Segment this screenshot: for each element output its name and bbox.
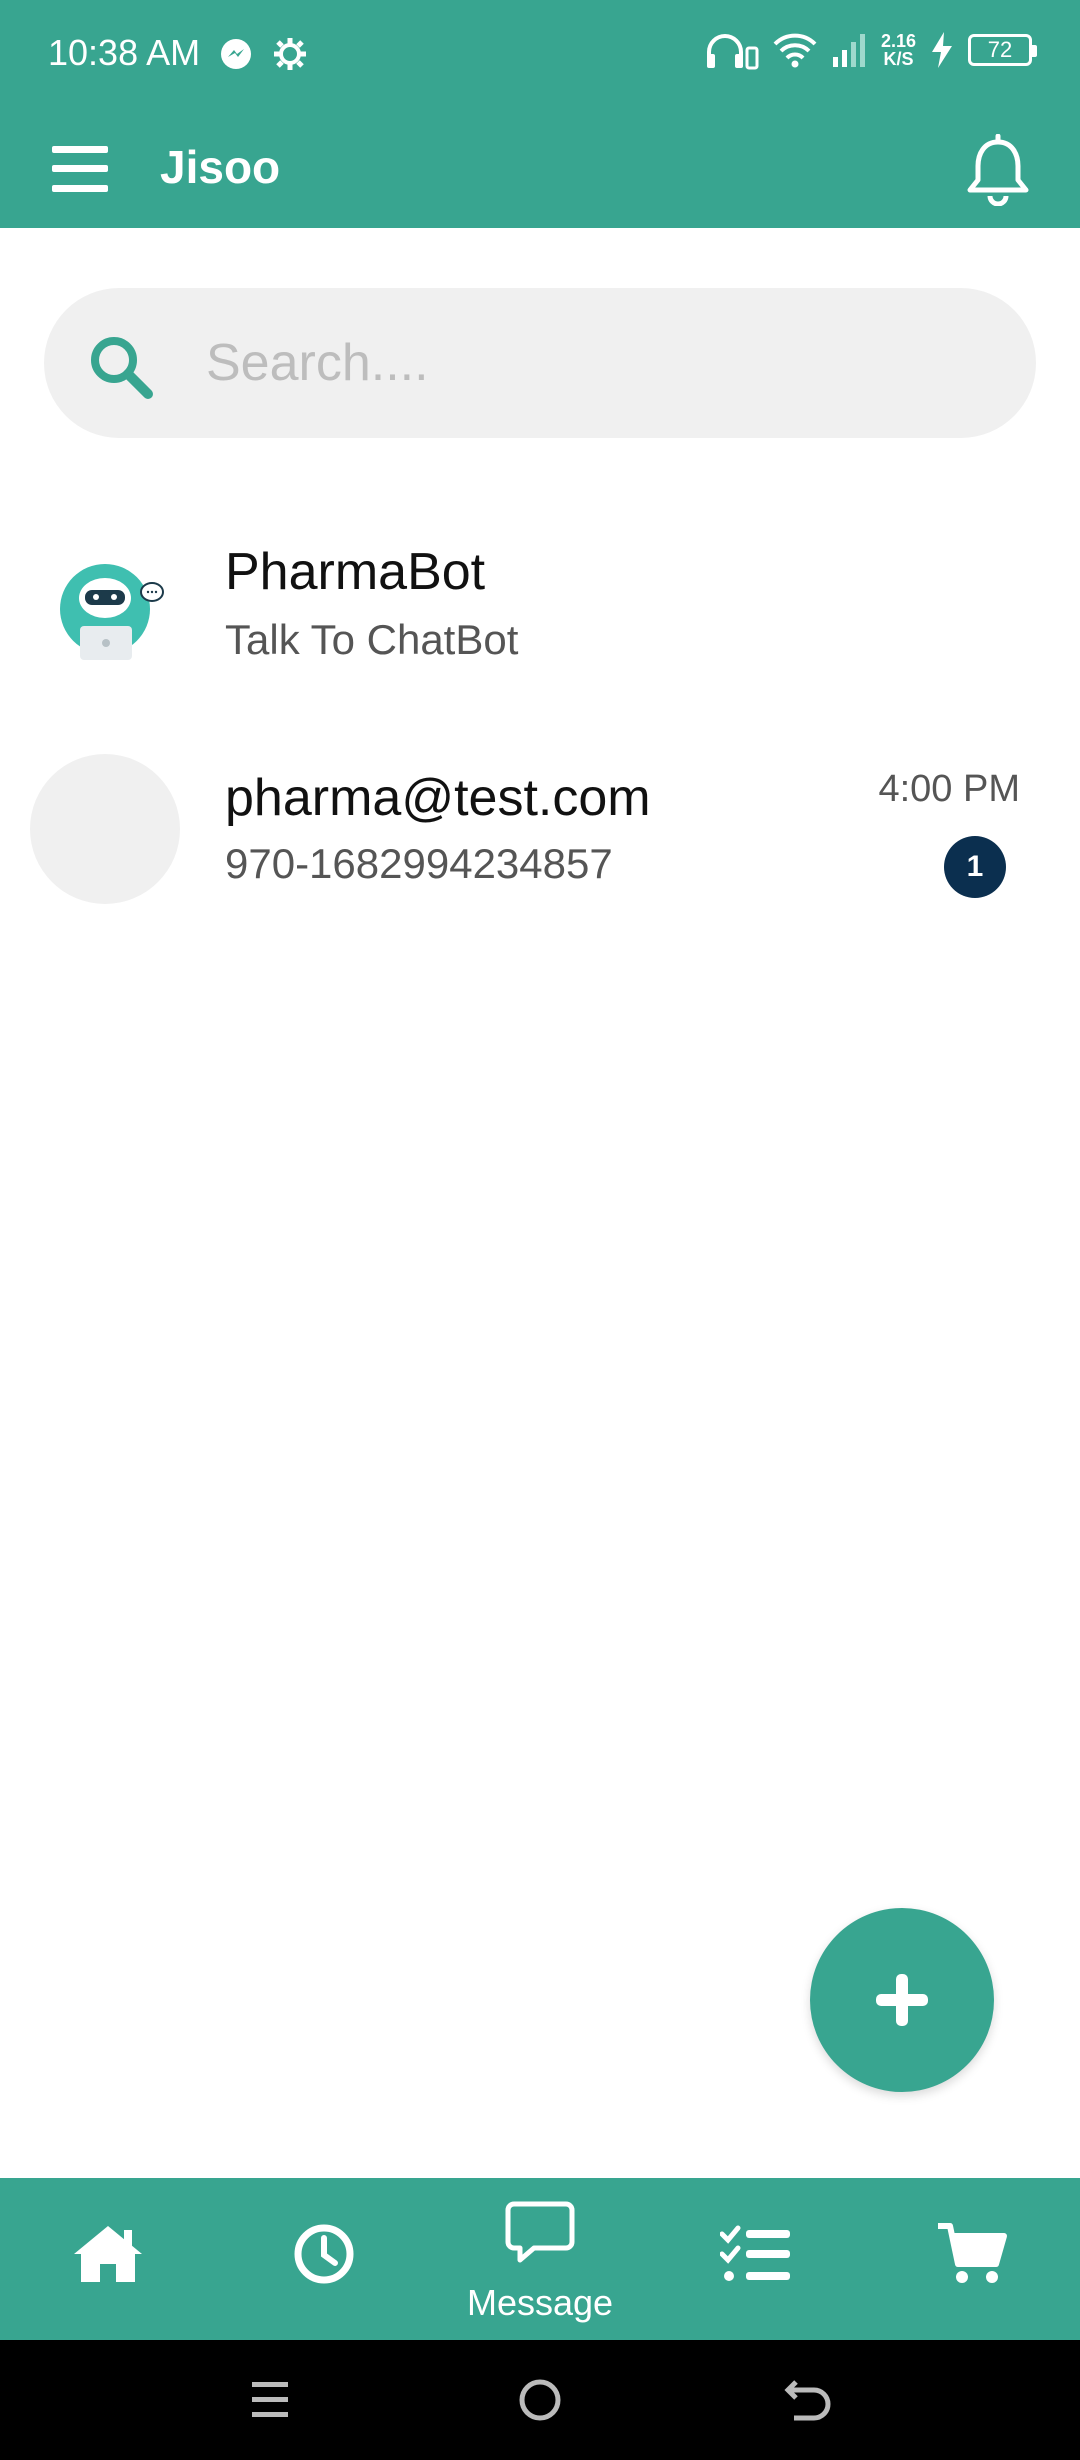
message-icon [505, 2201, 575, 2263]
app-bar: Jisoo [0, 110, 1080, 228]
new-chat-button[interactable] [810, 1908, 994, 2092]
battery-level: 72 [968, 34, 1037, 66]
back-button[interactable] [770, 2368, 850, 2432]
chat-name: PharmaBot [225, 543, 486, 601]
chat-time: 4:00 PM [878, 768, 1020, 810]
nav-home[interactable] [0, 2178, 216, 2340]
chat-name: pharma@test.com [225, 769, 651, 827]
charging-icon [932, 32, 952, 68]
network-speed-unit: K/S [883, 49, 914, 69]
status-time: 10:38 AM [48, 32, 201, 73]
app-title: Jisoo [160, 141, 281, 193]
search-icon [91, 337, 153, 399]
notifications-button[interactable] [966, 133, 1030, 207]
hamburger-menu-icon [52, 146, 108, 192]
bottom-nav: Message [0, 2178, 1080, 2340]
home-circle-icon [519, 2379, 561, 2421]
signal-icon [832, 34, 865, 67]
nav-orders[interactable] [648, 2178, 864, 2340]
chat-subtitle: 970-1682994234857 [225, 840, 613, 887]
chatbot-avatar [60, 554, 164, 660]
back-icon [784, 2380, 831, 2421]
system-nav-bar [0, 2340, 1080, 2460]
search-input[interactable] [206, 323, 986, 403]
network-speed-value: 2.16 [880, 31, 916, 51]
nav-message[interactable]: Message [432, 2178, 648, 2340]
chat-item-pharma-test[interactable]: pharma@test.com 970-1682994234857 4:00 P… [0, 730, 1080, 930]
recents-button[interactable] [230, 2368, 310, 2432]
network-speed: 2.16 K/S [881, 32, 916, 68]
wifi-icon [773, 33, 817, 68]
menu-button[interactable] [52, 144, 108, 194]
home-system-button[interactable] [500, 2368, 580, 2432]
cart-icon [938, 2223, 1007, 2283]
checklist-icon [720, 2225, 790, 2281]
home-icon [74, 2226, 142, 2282]
nav-message-label: Message [466, 2282, 614, 2323]
search-bar[interactable] [44, 288, 1036, 438]
bell-icon [967, 133, 1029, 207]
recents-icon [252, 2382, 288, 2417]
chat-subtitle: Talk To ChatBot [225, 616, 519, 663]
chat-item-pharmabot[interactable]: PharmaBot Talk To ChatBot [0, 508, 1080, 708]
settings-gear-icon [274, 38, 306, 70]
headphones-icon [706, 34, 759, 70]
messenger-icon [221, 39, 251, 69]
nav-cart[interactable] [864, 2178, 1080, 2340]
unread-badge: 1 [944, 836, 1006, 898]
status-bar: 10:38 AM 2.16 K/S 72 [0, 0, 1080, 110]
history-icon [294, 2224, 354, 2284]
system-status-icons: 2.16 K/S 72 [705, 30, 1037, 70]
nav-history[interactable] [216, 2178, 432, 2340]
plus-icon [876, 1974, 928, 2026]
avatar [30, 754, 180, 904]
notification-icons [218, 36, 308, 72]
